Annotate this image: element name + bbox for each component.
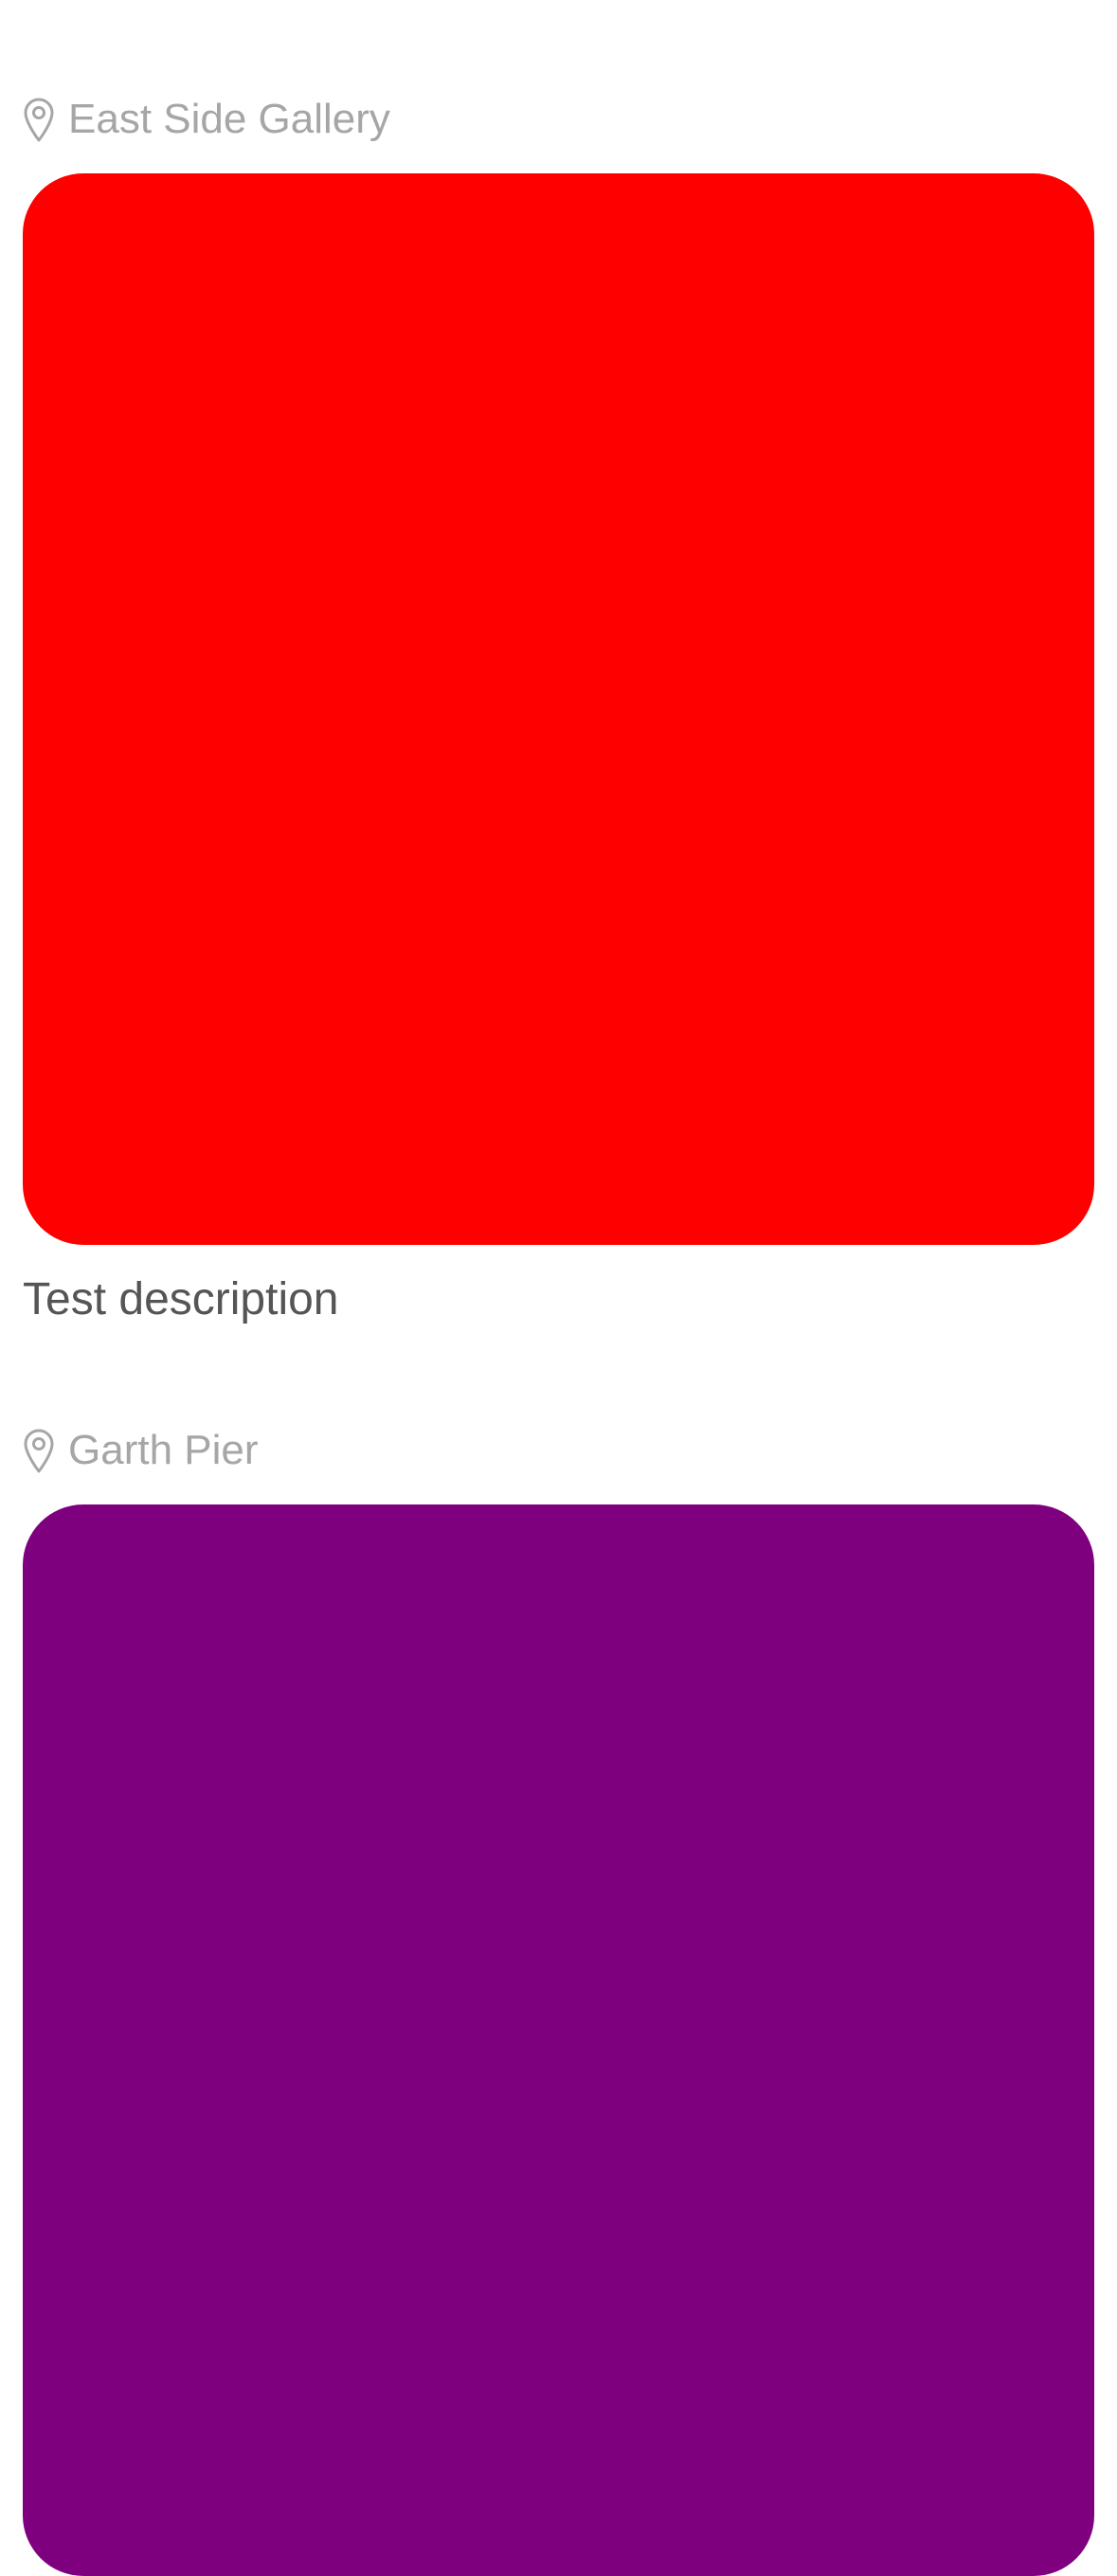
post-description: Test description (23, 1274, 339, 1324)
post-feed: East Side Gallery Test description Garth… (0, 0, 1117, 2576)
post-photo[interactable] (23, 173, 1094, 1245)
location-name: Garth Pier (68, 1427, 259, 1473)
map-pin-icon (23, 97, 55, 142)
post-location[interactable]: Garth Pier (23, 1424, 259, 1477)
location-name: East Side Gallery (68, 96, 390, 142)
map-pin-icon (23, 1428, 55, 1473)
post-location[interactable]: East Side Gallery (23, 93, 390, 146)
post-photo[interactable] (23, 1504, 1094, 2576)
